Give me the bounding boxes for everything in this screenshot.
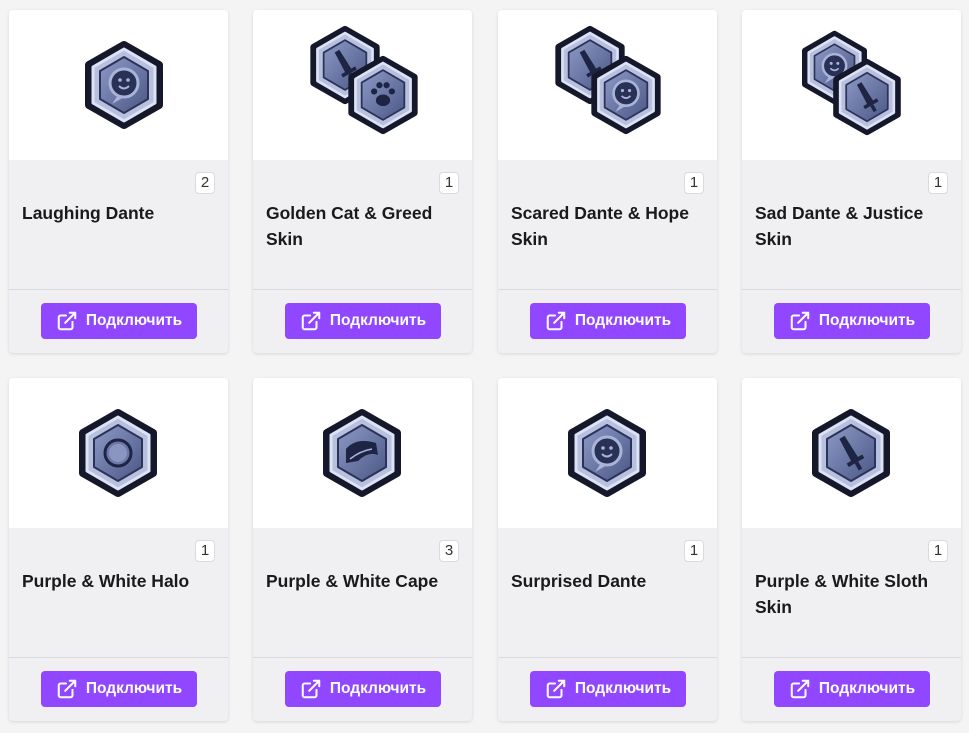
connect-button-label: Подключить (818, 680, 916, 697)
item-card: 2 Laughing Dante Подключить (9, 10, 228, 353)
item-image (498, 378, 717, 528)
external-link-icon (790, 311, 810, 331)
connect-button[interactable]: Подключить (285, 303, 441, 339)
connect-button[interactable]: Подключить (285, 671, 441, 707)
item-title: Golden Cat & Greed Skin (266, 203, 433, 249)
divider (498, 289, 717, 290)
sword-and-emote-badges-icon (498, 10, 717, 160)
connect-button[interactable]: Подключить (774, 671, 930, 707)
connect-button-label: Подключить (818, 312, 916, 329)
connect-button[interactable]: Подключить (41, 671, 197, 707)
surprised-emote-badge-icon (498, 378, 717, 528)
divider (742, 289, 961, 290)
item-title: Purple & White Halo (22, 571, 190, 591)
item-count-badge: 2 (195, 172, 215, 194)
item-image (253, 10, 472, 160)
connect-button-label: Подключить (574, 312, 672, 329)
item-image (742, 378, 961, 528)
item-title: Laughing Dante (22, 203, 155, 223)
item-card: 1 Scared Dante & Hope Skin Подключить (498, 10, 717, 353)
external-link-icon (57, 311, 77, 331)
laughing-emote-badge-icon (9, 10, 228, 160)
item-title: Purple & White Sloth Skin (755, 571, 929, 617)
divider (253, 657, 472, 658)
item-card: 1 Golden Cat & Greed Skin Подключить (253, 10, 472, 353)
connect-button[interactable]: Подключить (41, 303, 197, 339)
item-title: Surprised Dante (511, 571, 647, 591)
sword-badge-icon (742, 378, 961, 528)
divider (253, 289, 472, 290)
connect-button-label: Подключить (85, 312, 183, 329)
emote-and-sword-badges-icon (742, 10, 961, 160)
divider (498, 657, 717, 658)
divider (9, 289, 228, 290)
external-link-icon (301, 311, 321, 331)
item-card: 3 Purple & White Cape Подключить (253, 378, 472, 721)
halo-badge-icon (9, 378, 228, 528)
external-link-icon (790, 679, 810, 699)
item-count-badge: 1 (195, 540, 215, 562)
item-title: Scared Dante & Hope Skin (511, 203, 689, 249)
item-count-badge: 1 (928, 540, 948, 562)
cape-badge-icon (253, 378, 472, 528)
connect-button[interactable]: Подключить (774, 303, 930, 339)
external-link-icon (301, 679, 321, 699)
external-link-icon (57, 679, 77, 699)
external-link-icon (546, 679, 566, 699)
item-count-badge: 1 (684, 172, 704, 194)
item-card: 1 Surprised Dante Подключить (498, 378, 717, 721)
connect-button-label: Подключить (329, 312, 427, 329)
sword-and-paw-badges-icon (253, 10, 472, 160)
item-title: Purple & White Cape (266, 571, 439, 591)
item-image (9, 378, 228, 528)
item-count-badge: 1 (928, 172, 948, 194)
connect-button[interactable]: Подключить (530, 671, 686, 707)
item-count-badge: 1 (684, 540, 704, 562)
item-image (742, 10, 961, 160)
item-image (253, 378, 472, 528)
connect-button-label: Подключить (574, 680, 672, 697)
divider (742, 657, 961, 658)
item-card: 1 Sad Dante & Justice Skin Подключить (742, 10, 961, 353)
item-count-badge: 1 (439, 172, 459, 194)
connect-button-label: Подключить (85, 680, 183, 697)
divider (9, 657, 228, 658)
item-title: Sad Dante & Justice Skin (755, 203, 924, 249)
connect-button-label: Подключить (329, 680, 427, 697)
external-link-icon (546, 311, 566, 331)
item-image (498, 10, 717, 160)
item-count-badge: 3 (439, 540, 459, 562)
item-card: 1 Purple & White Halo Подключить (9, 378, 228, 721)
item-card: 1 Purple & White Sloth Skin Подключить (742, 378, 961, 721)
connect-button[interactable]: Подключить (530, 303, 686, 339)
item-image (9, 10, 228, 160)
